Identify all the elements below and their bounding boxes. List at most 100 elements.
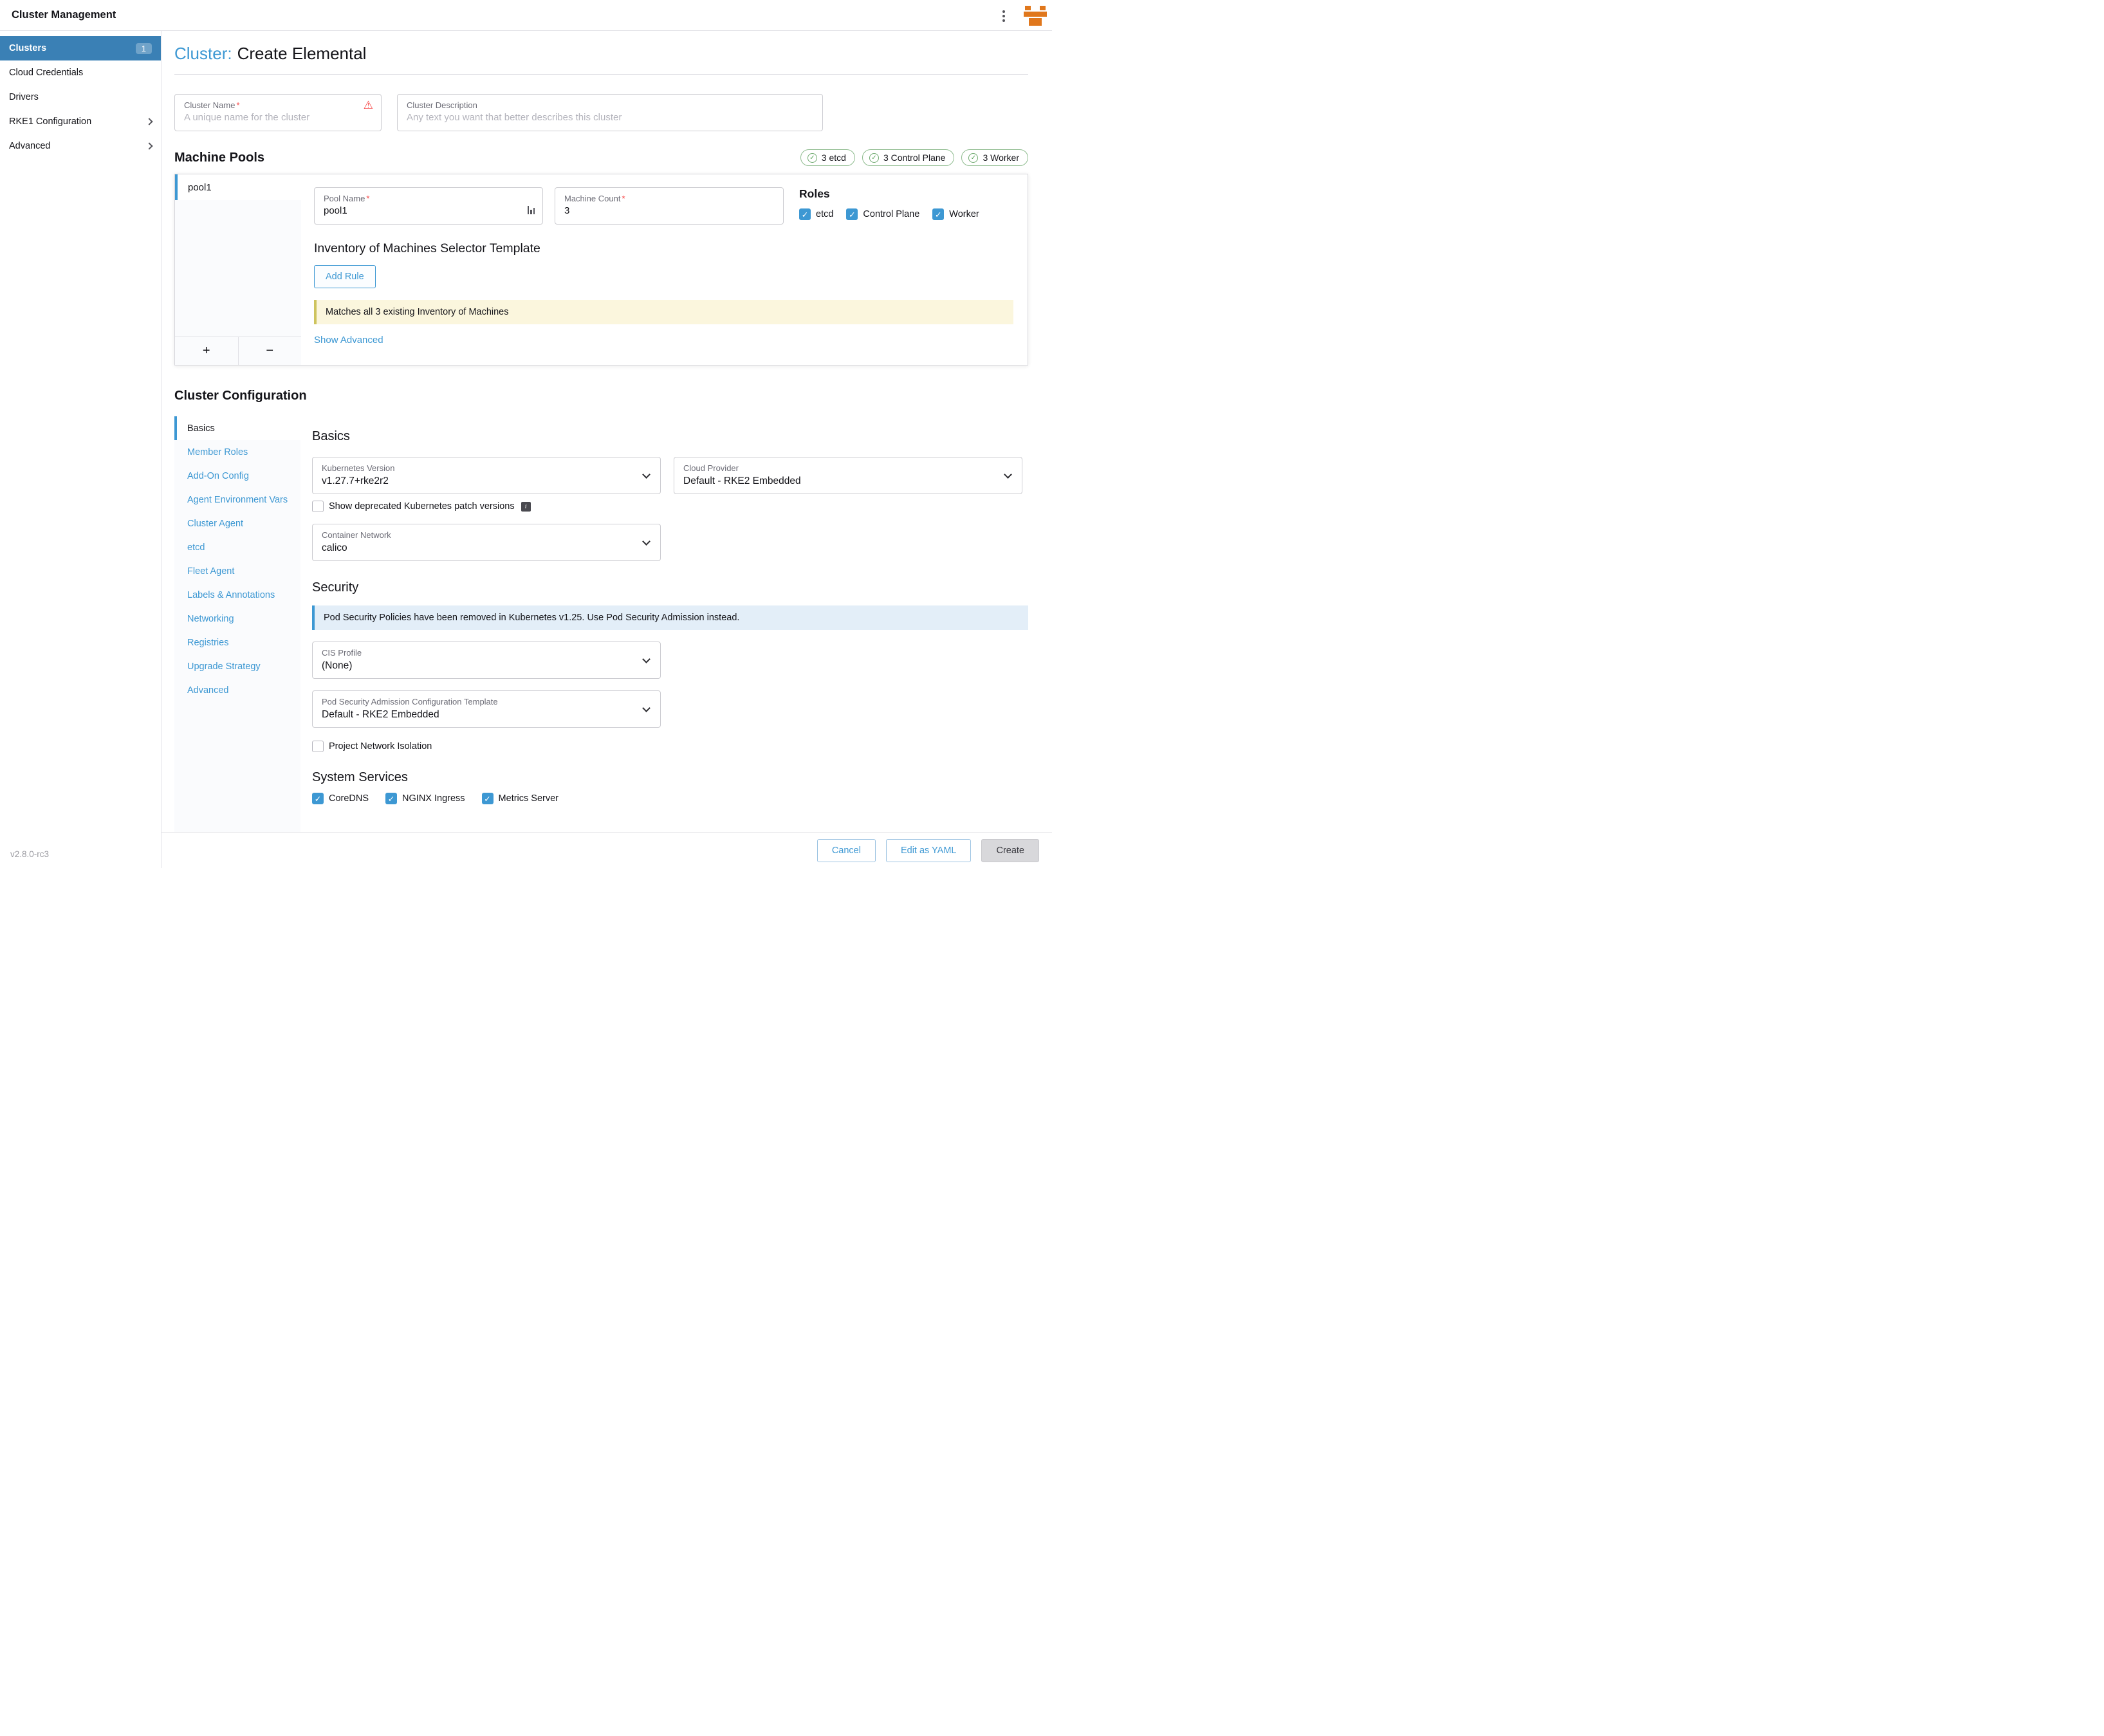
chevron-right-icon bbox=[145, 118, 152, 125]
config-tab-networking[interactable]: Networking bbox=[174, 607, 300, 631]
chevron-right-icon bbox=[145, 142, 152, 149]
roles-section: Roles etcd Control Plane bbox=[799, 187, 979, 225]
config-tab-cluster-agent[interactable]: Cluster Agent bbox=[174, 512, 300, 535]
cis-profile-select[interactable]: CIS Profile (None) bbox=[312, 642, 661, 679]
basics-heading: Basics bbox=[312, 429, 1028, 444]
cloud-provider-label: Cloud Provider bbox=[683, 463, 1013, 473]
pod-security-info-banner: Pod Security Policies have been removed … bbox=[312, 605, 1028, 630]
sidebar-item-rke1-configuration[interactable]: RKE1 Configuration bbox=[0, 109, 161, 134]
cluster-description-field[interactable]: Cluster Description bbox=[397, 94, 823, 131]
role-worker-checkbox[interactable]: Worker bbox=[932, 208, 979, 220]
nginx-ingress-checkbox[interactable]: NGINX Ingress bbox=[385, 793, 465, 804]
main-content: Cluster:Create Elemental Cluster Name* C… bbox=[161, 31, 1052, 832]
psa-template-value: Default - RKE2 Embedded bbox=[322, 709, 651, 721]
machine-count-input[interactable] bbox=[564, 203, 774, 216]
project-network-isolation-checkbox[interactable]: Project Network Isolation bbox=[312, 741, 432, 752]
edit-as-yaml-button[interactable]: Edit as YAML bbox=[886, 839, 972, 862]
cluster-name-field[interactable]: Cluster Name* bbox=[174, 94, 382, 131]
checkbox-icon bbox=[312, 793, 324, 804]
config-tab-registries[interactable]: Registries bbox=[174, 631, 300, 654]
required-asterisk: * bbox=[236, 100, 239, 110]
metrics-server-checkbox[interactable]: Metrics Server bbox=[482, 793, 558, 804]
coredns-checkbox[interactable]: CoreDNS bbox=[312, 793, 369, 804]
checkbox-icon bbox=[312, 501, 324, 512]
selector-template-heading: Inventory of Machines Selector Template bbox=[314, 241, 1013, 256]
show-deprecated-versions-checkbox[interactable]: Show deprecated Kubernetes patch version… bbox=[312, 501, 515, 512]
app-window: Cluster Management Clusters 1 Cloud Cred… bbox=[0, 0, 1052, 868]
rancher-logo-icon[interactable] bbox=[1022, 2, 1049, 29]
config-tab-etcd[interactable]: etcd bbox=[174, 535, 300, 559]
check-icon bbox=[807, 153, 817, 163]
cis-profile-label: CIS Profile bbox=[322, 648, 651, 658]
cloud-provider-select[interactable]: Cloud Provider Default - RKE2 Embedded bbox=[674, 457, 1022, 494]
worker-count-pill: 3 Worker bbox=[961, 149, 1028, 166]
top-header: Cluster Management bbox=[0, 0, 1052, 31]
checkbox-icon bbox=[932, 208, 944, 220]
sidebar-item-drivers[interactable]: Drivers bbox=[0, 85, 161, 109]
psa-template-label: Pod Security Admission Configuration Tem… bbox=[322, 697, 651, 706]
config-tab-upgrade-strategy[interactable]: Upgrade Strategy bbox=[174, 654, 300, 678]
sidebar-item-advanced[interactable]: Advanced bbox=[0, 134, 161, 158]
cluster-description-input[interactable] bbox=[407, 110, 813, 123]
sidebar-item-label: Advanced bbox=[9, 141, 51, 151]
checkbox-icon bbox=[799, 208, 811, 220]
psa-template-select[interactable]: Pod Security Admission Configuration Tem… bbox=[312, 690, 661, 728]
cluster-configuration-panel: Basics Member Roles Add-On Config Agent … bbox=[174, 416, 1028, 832]
sidebar-item-label: Cloud Credentials bbox=[9, 68, 83, 78]
role-count-pills: 3 etcd 3 Control Plane 3 Worker bbox=[800, 149, 1028, 166]
cancel-button[interactable]: Cancel bbox=[817, 839, 876, 862]
sidebar-item-cloud-credentials[interactable]: Cloud Credentials bbox=[0, 60, 161, 85]
create-button[interactable]: Create bbox=[981, 839, 1039, 862]
show-advanced-link[interactable]: Show Advanced bbox=[314, 335, 383, 346]
remove-pool-button[interactable]: − bbox=[239, 337, 302, 365]
config-tab-agent-environment-vars[interactable]: Agent Environment Vars bbox=[174, 488, 300, 512]
kubernetes-version-value: v1.27.7+rke2r2 bbox=[322, 476, 651, 487]
checkbox-icon bbox=[312, 741, 324, 752]
config-tab-basics[interactable]: Basics bbox=[174, 416, 300, 440]
config-tab-advanced[interactable]: Advanced bbox=[174, 678, 300, 702]
machine-count-field[interactable]: Machine Count* bbox=[555, 187, 784, 225]
checkbox-icon bbox=[846, 208, 858, 220]
control-plane-count-pill: 3 Control Plane bbox=[862, 149, 955, 166]
container-network-select[interactable]: Container Network calico bbox=[312, 524, 661, 561]
check-icon bbox=[968, 153, 978, 163]
role-etcd-checkbox[interactable]: etcd bbox=[799, 208, 833, 220]
page-title-prefix: Cluster: bbox=[174, 44, 232, 63]
pool-name-input[interactable] bbox=[324, 203, 533, 216]
config-tab-list: Basics Member Roles Add-On Config Agent … bbox=[174, 416, 300, 832]
required-asterisk: * bbox=[622, 194, 625, 203]
container-network-label: Container Network bbox=[322, 530, 651, 540]
cluster-name-label: Cluster Name bbox=[184, 100, 235, 110]
add-rule-button[interactable]: Add Rule bbox=[314, 265, 376, 288]
pool-tab-pool1[interactable]: pool1 bbox=[175, 174, 301, 200]
config-tab-member-roles[interactable]: Member Roles bbox=[174, 440, 300, 464]
check-icon bbox=[869, 153, 879, 163]
machine-pool-card: pool1 + − Pool Name* bbox=[174, 174, 1028, 365]
container-network-value: calico bbox=[322, 542, 651, 554]
title-divider bbox=[174, 74, 1028, 75]
add-pool-button[interactable]: + bbox=[175, 337, 239, 365]
checkbox-icon bbox=[482, 793, 494, 804]
role-control-plane-checkbox[interactable]: Control Plane bbox=[846, 208, 919, 220]
form-action-bar: Cancel Edit as YAML Create bbox=[161, 832, 1052, 868]
pool-name-field[interactable]: Pool Name* bbox=[314, 187, 543, 225]
sidebar-item-label: Drivers bbox=[9, 92, 39, 102]
page-title: Cluster:Create Elemental bbox=[174, 44, 1028, 64]
version-label: v2.8.0-rc3 bbox=[10, 849, 49, 859]
machine-count-label: Machine Count bbox=[564, 194, 620, 203]
kebab-menu-icon[interactable] bbox=[995, 8, 1012, 24]
required-asterisk: * bbox=[366, 194, 369, 203]
cluster-name-input[interactable] bbox=[184, 110, 372, 123]
kubernetes-version-select[interactable]: Kubernetes Version v1.27.7+rke2r2 bbox=[312, 457, 661, 494]
sidebar-item-clusters[interactable]: Clusters 1 bbox=[0, 36, 161, 60]
info-icon[interactable] bbox=[521, 502, 531, 512]
config-tab-fleet-agent[interactable]: Fleet Agent bbox=[174, 559, 300, 583]
app-title: Cluster Management bbox=[12, 9, 116, 21]
config-tab-labels-annotations[interactable]: Labels & Annotations bbox=[174, 583, 300, 607]
pool-name-icon bbox=[528, 205, 535, 214]
sidebar: Clusters 1 Cloud Credentials Drivers RKE… bbox=[0, 31, 161, 868]
pool-tab-list: pool1 + − bbox=[175, 174, 301, 365]
warning-triangle-icon bbox=[364, 100, 373, 111]
config-tab-add-on-config[interactable]: Add-On Config bbox=[174, 464, 300, 488]
sidebar-item-label: Clusters bbox=[9, 43, 46, 53]
